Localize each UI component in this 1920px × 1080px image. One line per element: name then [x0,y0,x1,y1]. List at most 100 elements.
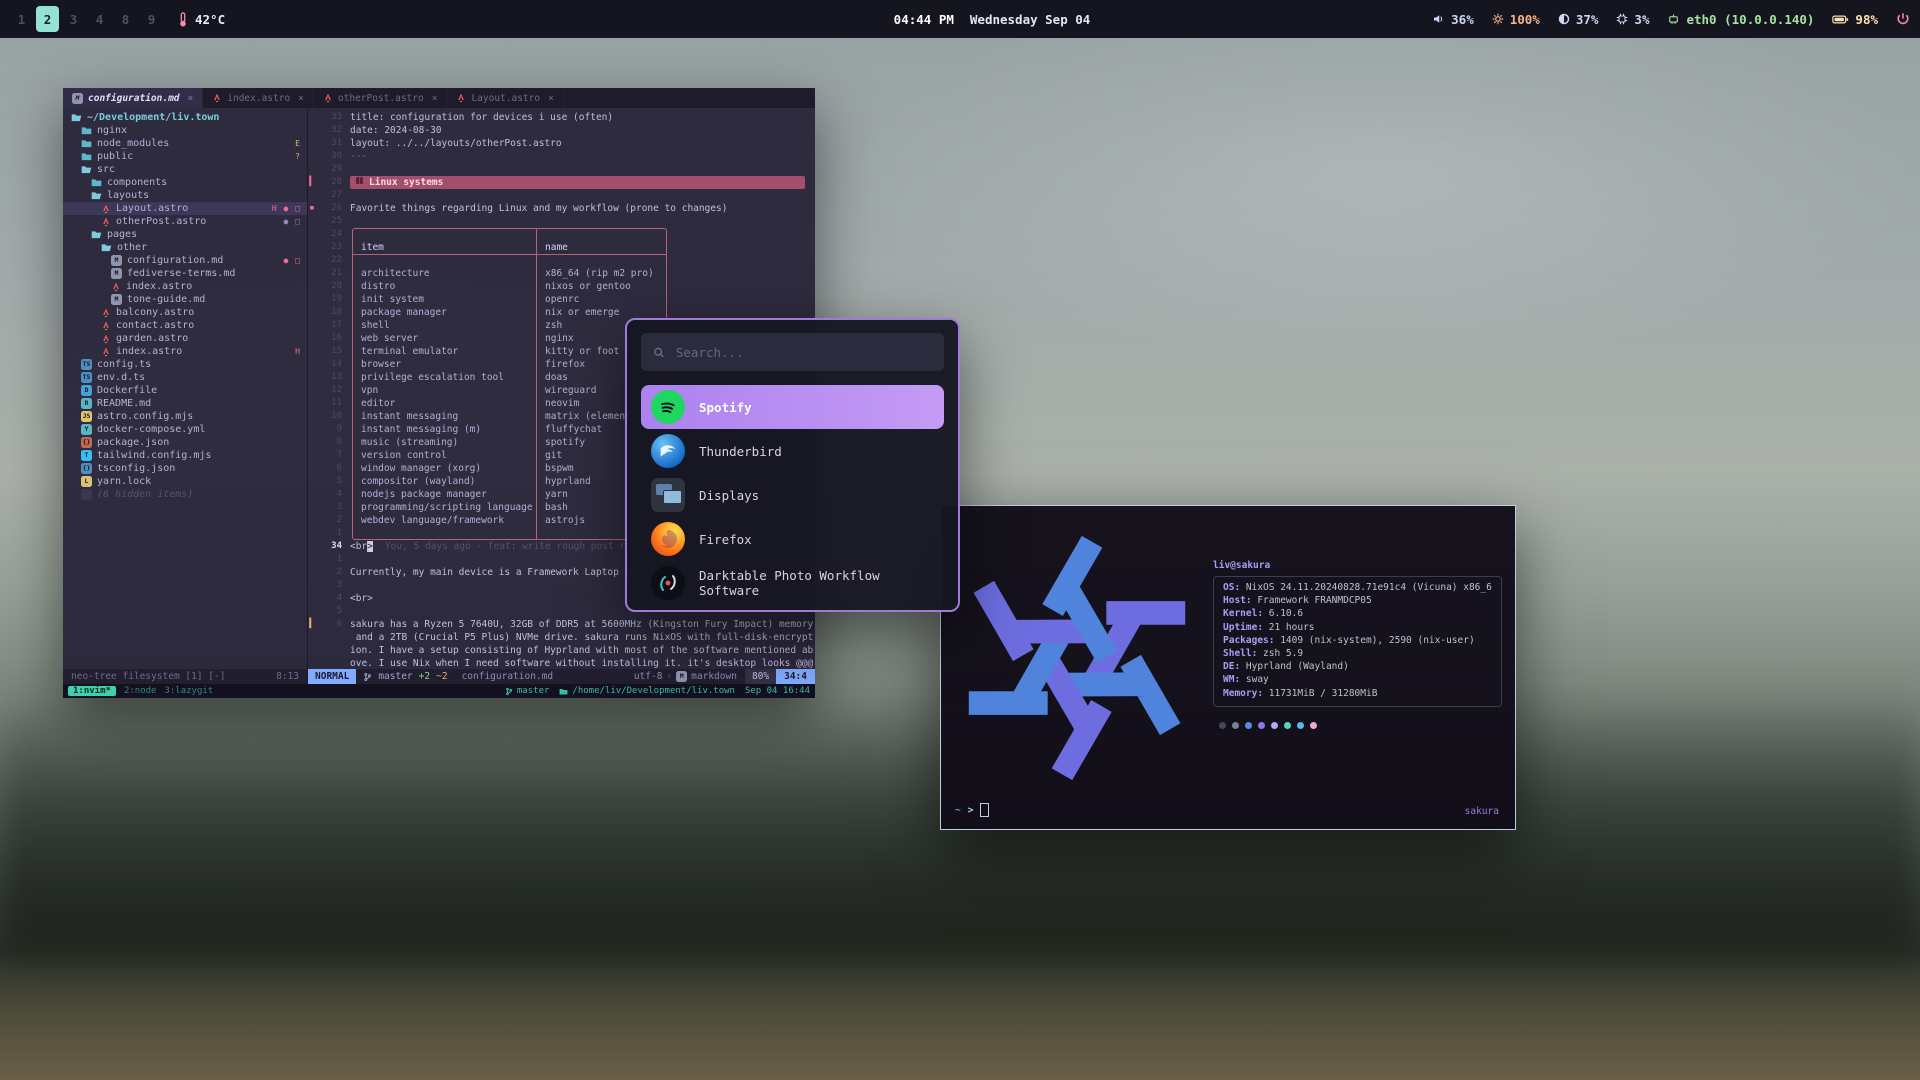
tree-item-otherpost-astro[interactable]: otherPost.astro● □ [63,215,307,228]
tree-item-tailwind-config-mjs[interactable]: Ttailwind.config.mjs [63,449,307,462]
fetch-label: WM: [1223,674,1240,685]
tree-item-contact-astro[interactable]: contact.astro [63,319,307,332]
tree-item-6-hidden-items[interactable]: (6 hidden items) [63,488,307,501]
astro-icon [456,93,466,103]
tree-item-index-astro[interactable]: index.astroH [63,345,307,358]
tab-configuration-md[interactable]: Mconfiguration.md× [63,88,203,108]
fetch-label: Uptime: [1223,622,1263,633]
tree-item-readme-md[interactable]: RREADME.md [63,397,307,410]
workspace-9[interactable]: 9 [140,6,163,32]
tree-item-dockerfile[interactable]: DDockerfile [63,384,307,397]
nixos-logo-icon [953,534,1201,782]
volume-module[interactable]: 36% [1432,12,1474,27]
power-module[interactable] [1896,12,1910,26]
tree-item-other[interactable]: other [63,241,307,254]
line-number: 22 [316,254,350,267]
disk-module[interactable]: 37% [1558,12,1599,27]
workspace-1[interactable]: 1 [10,6,33,32]
tree-item-components[interactable]: components [63,176,307,189]
close-icon[interactable]: × [548,93,554,104]
tree-item-yarn-lock[interactable]: Lyarn.lock [63,475,307,488]
tree-item-markers: ? [295,152,301,161]
heading-text: Linux systems [369,176,443,189]
tab-index-astro[interactable]: index.astro× [203,88,314,108]
astro-icon [212,93,222,103]
table-cell-item: distro [353,280,537,293]
tree-item-public[interactable]: public? [63,150,307,163]
md-table-row: nodejs package manageryarn [352,488,667,501]
search-input[interactable] [674,344,932,361]
palette-dot [1297,722,1304,729]
shell-prompt[interactable]: ~ > [955,803,989,817]
palette-dot [1271,722,1278,729]
cpu-module[interactable]: 3% [1616,12,1649,27]
tab-label: Layout.astro [471,93,540,104]
close-icon[interactable]: × [298,93,304,104]
power-icon [1896,12,1910,26]
file-tree[interactable]: ~/Development/liv.townnginxnode_modulesE… [63,108,308,669]
tree-root[interactable]: ~/Development/liv.town [63,111,307,124]
launcher-entry-label: Darktable Photo Workflow Software [699,568,934,598]
line-number: 25 [316,215,350,228]
statusline: neo-tree filesystem [1] [-] 8:13 NORMAL … [63,669,815,684]
tree-item-tsconfig-json[interactable]: {}tsconfig.json [63,462,307,475]
temperature-value: 42°C [195,12,225,27]
md-table-thead: itemname [352,241,667,254]
tree-item-balcony-astro[interactable]: balcony.astro [63,306,307,319]
tree-item-label: docker-compose.yml [97,424,205,435]
buffer-text: sakura has a Ryzen 5 7640U, 32GB of DDR5… [350,618,813,631]
tmux-window-2-node[interactable]: 2:node [124,686,157,696]
tree-item-config-ts[interactable]: TSconfig.ts [63,358,307,371]
folder-icon [81,138,92,149]
workspace-4[interactable]: 4 [88,6,111,32]
brightness-module[interactable]: 100% [1492,12,1540,27]
text: <br [350,541,367,552]
tab-otherpost-astro[interactable]: otherPost.astro× [314,88,448,108]
tree-item-markers: ● □ [284,217,301,226]
terminal-window[interactable]: liv@sakura OS: NixOS 24.11.20240828.71e9… [940,505,1516,830]
battery-module[interactable]: 98% [1832,12,1878,27]
workspace-2[interactable]: 2 [36,6,59,32]
tree-item-pages[interactable]: pages [63,228,307,241]
launcher-entry-firefox[interactable]: Firefox [641,517,944,561]
launcher-entry-darktable-photo-workflow-software[interactable]: Darktable Photo Workflow Software [641,561,944,605]
fetch-value: sway [1240,674,1269,685]
workspace-8[interactable]: 8 [114,6,137,32]
network-module[interactable]: eth0 (10.0.0.140) [1667,12,1814,27]
tmux-window-1-nvim[interactable]: 1:nvim* [68,686,116,696]
md-table-row: editorneovim [352,397,667,410]
launcher-entry-displays[interactable]: Displays [641,473,944,517]
tree-item-nginx[interactable]: nginx [63,124,307,137]
tree-item-node-modules[interactable]: node_modulesE [63,137,307,150]
tmux-path-segment: /home/liv/Development/liv.town [559,686,735,696]
close-icon[interactable]: × [432,93,438,104]
tree-item-package-json[interactable]: {}package.json [63,436,307,449]
launcher-entry-thunderbird[interactable]: Thunderbird [641,429,944,473]
tree-item-garden-astro[interactable]: garden.astro [63,332,307,345]
status-bar: 123489 42°C 04:44 PM Wednesday Sep 04 36… [0,0,1920,38]
tree-item-layouts[interactable]: layouts [63,189,307,202]
buffer-text: <br> [350,592,373,605]
tree-item-docker-compose-yml[interactable]: Ydocker-compose.yml [63,423,307,436]
line-number: 4 [316,592,350,605]
tree-item-fediverse-terms-md[interactable]: Mfediverse-terms.md [63,267,307,280]
tree-item-astro-config-mjs[interactable]: JSastro.config.mjs [63,410,307,423]
tree-item-layout-astro[interactable]: Layout.astroH ● □ [63,202,307,215]
workspace-3[interactable]: 3 [62,6,85,32]
line-number: 7 [316,449,350,462]
tree-item-env-d-ts[interactable]: TSenv.d.ts [63,371,307,384]
file-type: markdown [691,671,737,682]
launcher-search[interactable] [641,333,944,371]
tab-layout-astro[interactable]: Layout.astro × [447,88,563,108]
tmux-window-3-lazygit[interactable]: 3:lazygit [164,686,213,696]
tree-item-index-astro[interactable]: index.astro [63,280,307,293]
tree-item-tone-guide-md[interactable]: Mtone-guide.md [63,293,307,306]
launcher-entry-spotify[interactable]: Spotify [641,385,944,429]
markdown-icon: M [676,671,687,682]
tree-item-configuration-md[interactable]: Mconfiguration.md● □ [63,254,307,267]
tree-item-src[interactable]: src [63,163,307,176]
cursor-position: 34:4 [776,669,815,684]
tree-item-label: config.ts [97,359,151,370]
close-icon[interactable]: × [188,93,194,104]
fetch-label: Memory: [1223,688,1263,699]
